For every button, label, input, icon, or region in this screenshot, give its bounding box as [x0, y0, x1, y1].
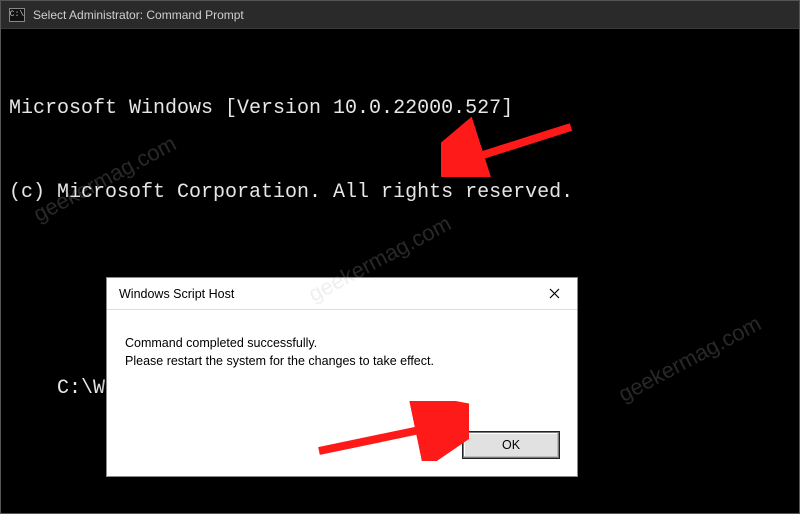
dialog-title: Windows Script Host [119, 287, 234, 301]
ok-button[interactable]: OK [463, 432, 559, 458]
window-title: Select Administrator: Command Prompt [33, 8, 244, 22]
dialog-titlebar: Windows Script Host [107, 278, 577, 310]
dialog-body: Command completed successfully. Please r… [107, 310, 577, 424]
dialog-message-line: Please restart the system for the change… [125, 352, 559, 370]
output-line: Microsoft Windows [Version 10.0.22000.52… [9, 95, 791, 123]
cmd-app-icon: C:\ [9, 8, 25, 22]
blank-line [9, 487, 791, 514]
close-icon[interactable] [531, 278, 577, 309]
titlebar: C:\ Select Administrator: Command Prompt [1, 1, 799, 29]
output-line: (c) Microsoft Corporation. All rights re… [9, 179, 791, 207]
dialog-footer: OK [107, 424, 577, 476]
dialog-message-line: Command completed successfully. [125, 334, 559, 352]
script-host-dialog: Windows Script Host Command completed su… [106, 277, 578, 477]
